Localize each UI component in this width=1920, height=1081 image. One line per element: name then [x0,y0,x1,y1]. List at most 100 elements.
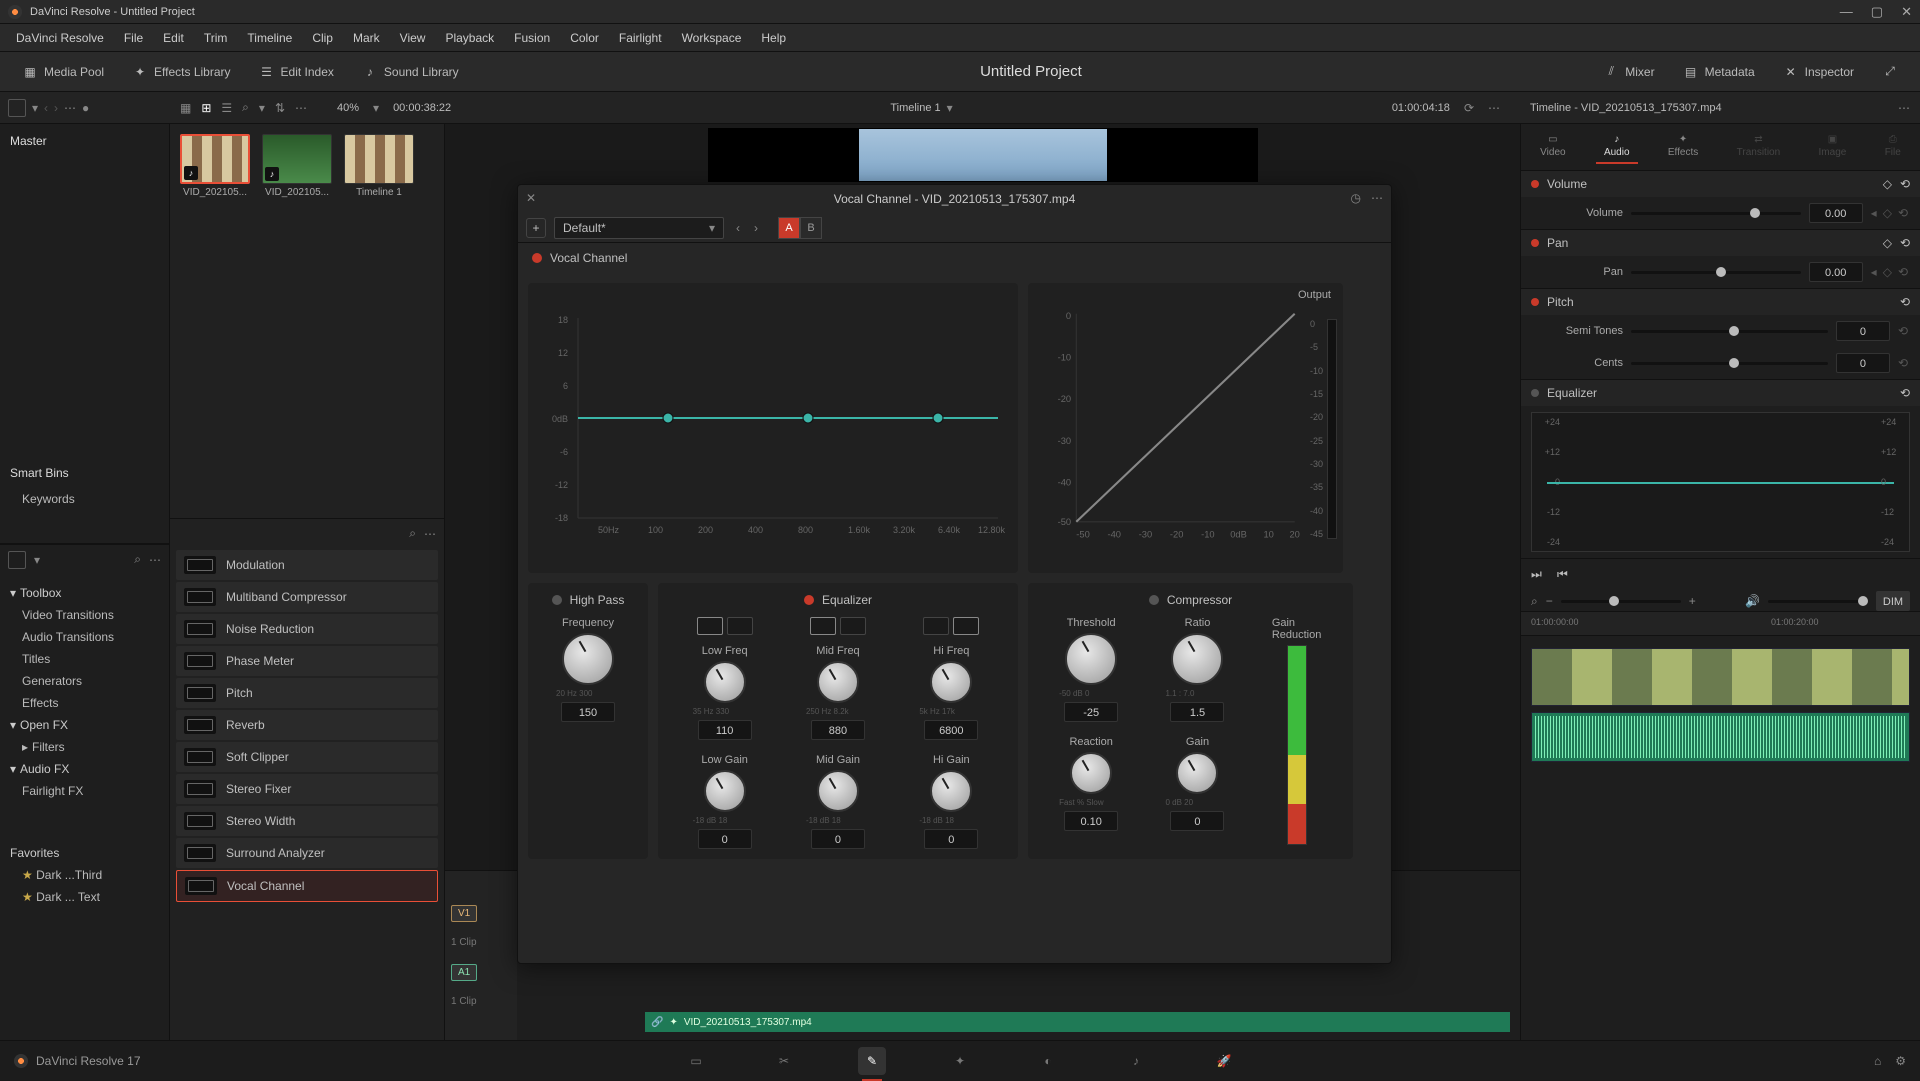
clock-icon[interactable]: ◷ [1351,191,1361,205]
equalizer-toggle[interactable] [804,595,814,605]
menu-workspace[interactable]: Workspace [672,31,752,45]
fx-item-stereo-fixer[interactable]: Stereo Fixer [176,774,438,804]
reset-icon[interactable]: ⟲ [1900,295,1910,309]
fav-item-0[interactable]: ★ Dark ...Third [10,864,159,886]
pan-slider[interactable] [1631,271,1801,274]
ab-b-button[interactable]: B [800,217,822,239]
zoom-out-icon[interactable]: − [1546,594,1553,608]
rec-icon[interactable]: ● [82,101,89,115]
tab-audio[interactable]: ♪Audio [1596,130,1638,164]
hi-freq-value[interactable]: 6800 [924,720,978,740]
fxlist-search-icon[interactable]: ⌕ [409,526,416,541]
low-gain-knob[interactable] [704,770,746,812]
search-icon[interactable]: ⌕ [242,100,249,115]
grid-view-icon[interactable]: ⊞ [201,101,211,115]
fx-item-soft-clipper[interactable]: Soft Clipper [176,742,438,772]
kf-reset-icon[interactable]: ⟲ [1898,265,1908,279]
tree-titles[interactable]: Titles [10,648,159,670]
timeline-search-icon[interactable]: ⌕ [1531,594,1538,609]
fav-item-1[interactable]: ★ Dark ... Text [10,886,159,908]
zoom-chevron-icon[interactable]: ▾ [373,101,379,115]
smartbins-header[interactable]: Smart Bins [10,462,159,488]
menu-view[interactable]: View [390,31,436,45]
hi-gain-value[interactable]: 0 [924,829,978,849]
nav-next[interactable]: › [54,101,58,115]
thumb-view-icon[interactable]: ▦ [180,101,191,115]
kf-add-icon[interactable]: ◇ [1883,265,1892,279]
menu-fairlight[interactable]: Fairlight [609,31,672,45]
volume-section-header[interactable]: Volume◇⟲ [1521,171,1920,197]
ratio-value[interactable]: 1.5 [1170,702,1224,722]
highpass-toggle[interactable] [552,595,562,605]
editindex-toggle[interactable]: ☰ Edit Index [249,60,344,84]
maximize-button[interactable]: ▢ [1871,4,1883,20]
menu-fusion[interactable]: Fusion [504,31,560,45]
video-clip[interactable] [1531,648,1910,706]
mid-gain-value[interactable]: 0 [811,829,865,849]
ws-color[interactable]: ◐ [1034,1047,1062,1075]
fx-item-reverb[interactable]: Reverb [176,710,438,740]
list-view-icon[interactable]: ☰ [221,101,232,115]
nav-prev[interactable]: ‹ [44,101,48,115]
more-media-icon[interactable]: ⋯ [295,101,307,115]
fx-view-icon[interactable] [8,551,26,569]
menu-edit[interactable]: Edit [153,31,194,45]
preset-next[interactable]: › [750,221,762,235]
mid-freq-knob[interactable] [817,661,859,703]
cents-value[interactable]: 0 [1836,353,1890,373]
minimize-button[interactable]: — [1840,4,1853,20]
ws-edit[interactable]: ✎ [858,1047,886,1075]
metadata-toggle[interactable]: ▤ Metadata [1673,60,1765,84]
comp-gain-value[interactable]: 0 [1170,811,1224,831]
fx-item-multiband[interactable]: Multiband Compressor [176,582,438,612]
keywords-bin[interactable]: Keywords [10,488,159,510]
menu-file[interactable]: File [114,31,153,45]
fx-item-pitch[interactable]: Pitch [176,678,438,708]
dim-button[interactable]: DIM [1876,591,1910,611]
menu-clip[interactable]: Clip [302,31,343,45]
fx-item-surround-analyzer[interactable]: Surround Analyzer [176,838,438,868]
menu-playback[interactable]: Playback [435,31,504,45]
keyframe-icon[interactable]: ◇ [1883,236,1892,250]
mixer-toggle[interactable]: ⫽ Mixer [1593,60,1664,84]
ws-fairlight[interactable]: ♪ [1122,1047,1150,1075]
keyframe-icon[interactable]: ◇ [1883,177,1892,191]
ws-deliver[interactable]: 🚀 [1210,1047,1238,1075]
more-icon[interactable]: ⋯ [64,101,76,115]
preset-dropdown[interactable]: Default* ▾ [554,217,724,239]
volume-master-slider[interactable] [1768,600,1868,603]
fx-item-vocal-channel[interactable]: Vocal Channel [176,870,438,902]
tree-video-transitions[interactable]: Video Transitions [10,604,159,626]
zoom-in-icon[interactable]: + [1689,594,1696,608]
hi-bell-btn[interactable] [923,617,949,635]
fx-item-phase-meter[interactable]: Phase Meter [176,646,438,676]
low-freq-value[interactable]: 110 [698,720,752,740]
reset-icon[interactable]: ⟲ [1900,236,1910,250]
reset-icon[interactable]: ⟲ [1900,386,1910,400]
mid-bell-btn[interactable] [810,617,836,635]
ws-media[interactable]: ▭ [682,1047,710,1075]
media-thumb-1[interactable]: ♪ VID_202105... [262,134,332,198]
volume-slider[interactable] [1631,212,1801,215]
reaction-value[interactable]: 0.10 [1064,811,1118,831]
kf-prev-icon[interactable]: ◂ [1871,206,1877,220]
home-icon[interactable]: ⌂ [1874,1054,1881,1068]
mid-freq-value[interactable]: 880 [811,720,865,740]
menu-trim[interactable]: Trim [194,31,238,45]
semitones-slider[interactable] [1631,330,1828,333]
close-button[interactable]: ✕ [1901,4,1912,20]
fxlist-more-icon[interactable]: ⋯ [424,527,436,541]
fx-chevron-icon[interactable]: ▾ [34,553,40,567]
ws-fusion[interactable]: ✦ [946,1047,974,1075]
ws-cut[interactable]: ✂ [770,1047,798,1075]
low-bell-btn[interactable] [727,617,753,635]
gear-icon[interactable]: ⚙ [1895,1054,1906,1068]
favorites-header[interactable]: Favorites [10,842,159,864]
soundlib-toggle[interactable]: ♪ Sound Library [352,60,469,84]
low-gain-value[interactable]: 0 [698,829,752,849]
preset-add-button[interactable]: + [526,218,546,238]
hi-gain-knob[interactable] [930,770,972,812]
track-a1-badge[interactable]: A1 [451,964,477,981]
kf-reset-icon[interactable]: ⟲ [1898,206,1908,220]
tree-fairlightfx[interactable]: Fairlight FX [10,780,159,802]
